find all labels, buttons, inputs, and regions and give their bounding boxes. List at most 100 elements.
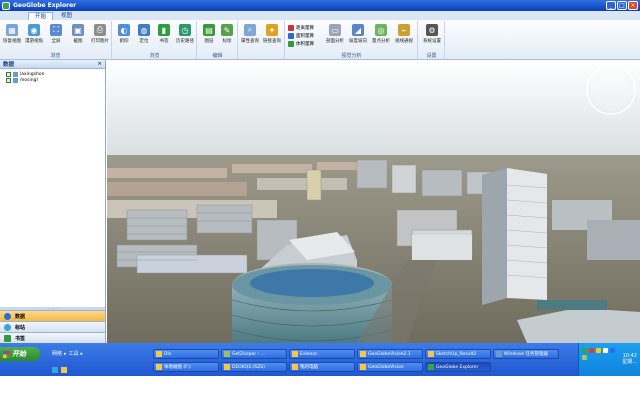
- task-item[interactable]: GeoGlobeVision: [357, 362, 423, 372]
- ie-icon[interactable]: [52, 366, 58, 373]
- task-item[interactable]: DEOIO(E:/SZS): [221, 362, 287, 372]
- ribbon-tabs: 开始 视图: [0, 11, 640, 20]
- checkbox-icon[interactable]: [6, 77, 11, 83]
- sight-icon: ⌁: [398, 24, 410, 36]
- task-item[interactable]: 本地磁盘 (F:): [153, 362, 219, 372]
- restore-icon: ▦: [6, 24, 18, 36]
- distance-measure-button[interactable]: 距离量算: [288, 24, 314, 31]
- app-icon: [428, 364, 434, 370]
- bookmark-button[interactable]: ▮ 书签: [153, 24, 175, 44]
- plot-button[interactable]: ✎ 标绘: [216, 24, 238, 44]
- ribbon-group-navigate: ◐ 俯仰 ◍ 定位 ▮ 书签 ◷ 历史路径 浏览: [113, 21, 197, 59]
- group-label: 编辑: [212, 53, 223, 59]
- group-label: 视觉分析: [341, 53, 362, 59]
- maximize-button[interactable]: □: [617, 1, 627, 10]
- attribute-query-button[interactable]: ⌕ 属性查询: [239, 24, 261, 44]
- nav-area: · · · · 数据 标站 书签: [0, 307, 105, 343]
- point-icon: ◎: [375, 24, 387, 36]
- pitch-button[interactable]: ◐ 俯仰: [113, 24, 135, 44]
- drive-icon: [224, 364, 230, 370]
- tree-item[interactable]: mosingl: [0, 77, 105, 83]
- quick-launch: 网络 ▸ 工具 ▸: [52, 350, 84, 358]
- nav-bookmark-button[interactable]: 书签: [0, 332, 105, 343]
- task-item[interactable]: Windows 任务管理器: [493, 349, 559, 359]
- panel-header: 数据 ×: [0, 60, 105, 69]
- clock-icon: ◷: [179, 24, 191, 36]
- nav-marker-button[interactable]: 标站: [0, 321, 105, 332]
- history-path-button[interactable]: ◷ 历史路径: [174, 24, 196, 44]
- layer-icon: [13, 77, 18, 83]
- line-of-sight-button[interactable]: ⌁ 视线通视: [393, 24, 415, 44]
- tab-view[interactable]: 视图: [55, 12, 78, 20]
- point-analysis-button[interactable]: ◎ 量点分析: [370, 24, 392, 44]
- tray-icon[interactable]: [589, 348, 594, 353]
- close-button[interactable]: ×: [628, 1, 638, 10]
- printer-icon: ⎙: [94, 24, 106, 36]
- panel-close-icon[interactable]: ×: [97, 61, 102, 67]
- tray-icons: [582, 348, 616, 360]
- restore-view-button[interactable]: ▦ 恢复视图: [1, 24, 23, 44]
- bookmark-icon: [4, 334, 11, 342]
- fullscreen-button[interactable]: ⛶ 全屏: [45, 24, 67, 44]
- folder-icon: [360, 351, 366, 357]
- print-button[interactable]: ⎙ 打印图片: [89, 24, 111, 44]
- folder-icon: [428, 351, 434, 357]
- link-icon: ✦: [266, 24, 278, 36]
- area-measure-button[interactable]: 面积量算: [288, 32, 314, 39]
- minimize-button[interactable]: _: [606, 1, 616, 10]
- gear-icon: ⚙: [426, 24, 438, 36]
- ribbon: ▦ 恢复视图 ◉ 漫游视角 ⛶ 全屏 ▣ 截图 ⎙ 打印图片 浏览 ◐ 俯仰 ◍ 定位 ▮ 书签…: [0, 20, 640, 60]
- locate-button[interactable]: ◍ 定位: [133, 24, 155, 44]
- taskmgr-icon: [496, 351, 502, 357]
- window-title: GeoGlobe Explorer: [13, 2, 77, 9]
- screenshot-button[interactable]: ▣ 截图: [67, 24, 89, 44]
- task-item[interactable]: Exlonoc: [289, 349, 355, 359]
- layer-icon: ▤: [203, 24, 215, 36]
- group-label: 浏览: [50, 53, 61, 59]
- roam-view-button[interactable]: ◉ 漫游视角: [23, 24, 45, 44]
- network-link[interactable]: 网络: [52, 350, 62, 357]
- task-item[interactable]: GetZoopor - ...: [221, 349, 287, 359]
- tray-icon[interactable]: [582, 355, 587, 360]
- ruler-icon: [288, 24, 294, 31]
- windows-flag-icon: [3, 350, 10, 358]
- folder-icon: [156, 351, 162, 357]
- drive-icon: [156, 364, 162, 370]
- profile-analysis-button[interactable]: ▭ 剖面分析: [324, 24, 346, 44]
- task-item[interactable]: 我的电脑: [289, 362, 355, 372]
- roam-icon: ◉: [28, 24, 40, 36]
- slope-aspect-button[interactable]: ◢ 坡度坡向: [347, 24, 369, 44]
- camera-icon: ▣: [72, 24, 84, 36]
- clock[interactable]: 10:42 星期...: [622, 353, 637, 365]
- system-tray: 10:42 星期...: [578, 343, 640, 376]
- desktop-icon[interactable]: [61, 366, 67, 373]
- task-item[interactable]: SketchUp_Result2: [425, 349, 491, 359]
- nav-data-button[interactable]: 数据: [0, 310, 105, 321]
- profile-icon: ▭: [329, 24, 341, 36]
- area-icon: [288, 32, 294, 39]
- window-controls: _ □ ×: [606, 1, 638, 10]
- folder-icon: [292, 351, 298, 357]
- task-item[interactable]: GeoGlobeVision2.1: [357, 349, 423, 359]
- data-panel: 数据 × laxingshon mosingl · · · · 数据 标站 书签: [0, 60, 106, 343]
- start-button[interactable]: 开始: [0, 347, 40, 361]
- tray-icon[interactable]: [610, 348, 615, 353]
- task-item-active[interactable]: GeoGlobe Explorer: [425, 362, 491, 372]
- layer-icon: [13, 71, 18, 77]
- link-query-button[interactable]: ✦ 链接查询: [261, 24, 283, 44]
- globe-icon: ◍: [138, 24, 150, 36]
- panel-title: 数据: [3, 62, 15, 68]
- fullscreen-icon: ⛶: [50, 24, 62, 36]
- tray-icon[interactable]: [603, 348, 608, 353]
- plot-icon: ✎: [221, 24, 233, 36]
- volume-measure-button[interactable]: 体积量算: [288, 40, 314, 47]
- checkbox-icon[interactable]: [6, 71, 11, 77]
- tray-icon[interactable]: [596, 348, 601, 353]
- ribbon-group-edit: ▤ 图层 ✎ 标绘 编辑: [198, 21, 238, 59]
- tab-start[interactable]: 开始: [28, 12, 54, 20]
- 3d-map-view[interactable]: [107, 60, 640, 343]
- tools-link[interactable]: 工具: [69, 350, 79, 357]
- tray-icon[interactable]: [582, 348, 587, 353]
- system-settings-button[interactable]: ⚙ 系统设置: [421, 24, 443, 44]
- task-item[interactable]: Dis: [153, 349, 219, 359]
